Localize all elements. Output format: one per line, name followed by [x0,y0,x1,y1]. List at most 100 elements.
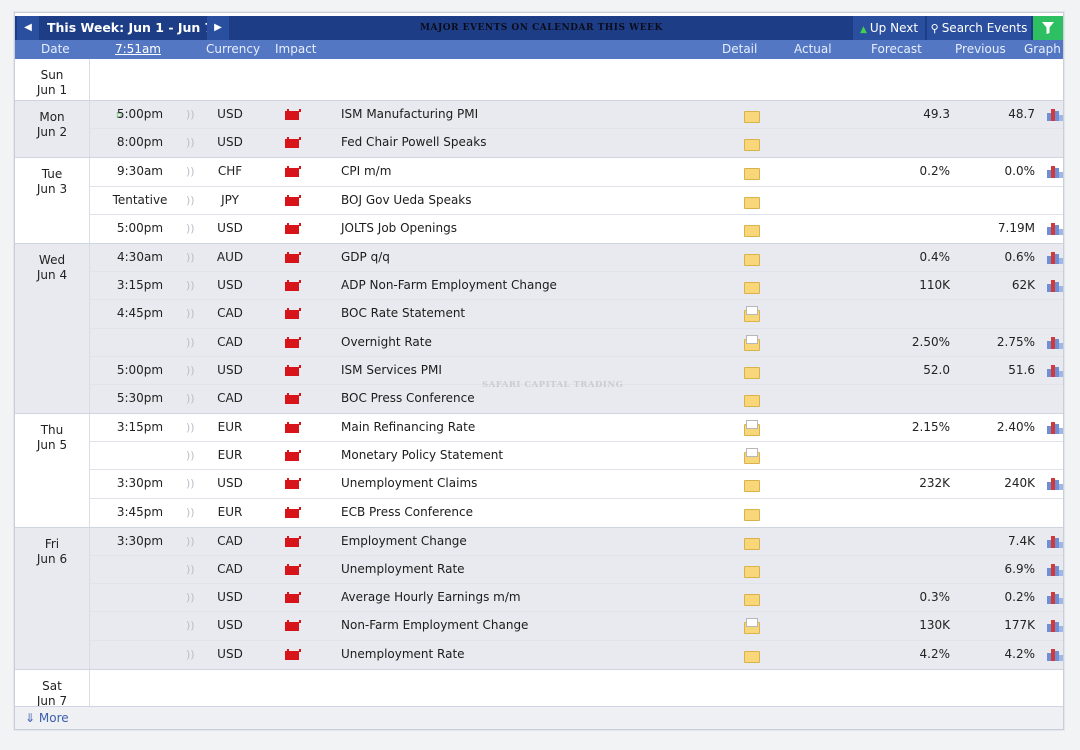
up-next-button[interactable]: ▲ Up Next [853,16,925,40]
event-row[interactable]: 3:30pm)) USD Unemployment Claims 232K 240K [90,470,1063,499]
sound-icon[interactable]: )) [186,612,195,639]
bar-chart-icon[interactable] [1047,618,1063,633]
event-row[interactable]: )) USD Unemployment Rate 4.2% 4.2% [90,640,1063,669]
event-row[interactable]: 3:45pm)) EUR ECB Press Conference [90,498,1063,527]
event-title[interactable]: BOC Press Conference [341,385,475,412]
event-title[interactable]: Overnight Rate [341,329,432,356]
bar-chart-icon[interactable] [1047,647,1063,661]
detail-document-icon[interactable] [744,420,760,437]
event-title[interactable]: GDP q/q [341,244,390,271]
triangle-left-icon[interactable]: ◀ [17,16,39,40]
bar-chart-icon[interactable] [1047,562,1063,576]
bar-chart-icon[interactable] [1047,107,1063,121]
event-row[interactable]: 3:30pm)) CAD Employment Change 7.4K [90,527,1063,556]
bar-chart-icon[interactable] [1047,278,1063,293]
bar-chart-icon[interactable] [1047,534,1063,548]
event-row[interactable]: )) USD Non-Farm Employment Change 130K 177K [90,612,1063,641]
sound-icon[interactable]: )) [186,158,195,185]
event-title[interactable]: Unemployment Claims [341,470,477,497]
sound-icon[interactable]: )) [186,101,195,128]
detail-document-icon[interactable] [744,618,760,635]
sound-icon[interactable]: )) [186,528,195,555]
sound-icon[interactable]: )) [186,272,195,299]
event-title[interactable]: Employment Change [341,528,467,555]
detail-folder-icon[interactable] [744,508,760,521]
event-title[interactable]: Main Refinancing Rate [341,414,475,441]
event-title[interactable]: BOC Rate Statement [341,300,465,327]
bar-chart-icon[interactable] [1047,590,1063,605]
sound-icon[interactable]: )) [186,357,195,384]
event-row[interactable]: 5:00pm)) USD JOLTS Job Openings 7.19M [90,214,1063,243]
more-link[interactable]: ⇓ More [25,707,69,729]
filter-funnel-icon[interactable] [1033,16,1063,40]
header-current-time[interactable]: 7:51am [115,40,161,59]
detail-folder-icon[interactable] [744,196,760,209]
event-row[interactable]: 4:30am)) AUD GDP q/q 0.4% 0.6% [90,243,1063,273]
event-title[interactable]: Average Hourly Earnings m/m [341,584,521,611]
sound-icon[interactable]: )) [186,556,195,583]
event-row[interactable]: )) EUR Monetary Policy Statement [90,442,1063,471]
week-selector[interactable]: This Week: Jun 1 - Jun 7 [47,16,213,40]
sound-icon[interactable]: )) [186,187,195,214]
event-row[interactable]: )) USD Average Hourly Earnings m/m 0.3% 0.2% [90,584,1063,613]
detail-document-icon[interactable] [744,448,760,465]
sound-icon[interactable]: )) [186,329,195,356]
event-title[interactable]: Monetary Policy Statement [341,442,503,469]
bar-chart-icon[interactable] [1047,335,1063,349]
event-title[interactable]: ISM Services PMI [341,357,442,384]
detail-folder-icon[interactable] [744,479,760,493]
event-row[interactable]: )) CAD Overnight Rate 2.50% 2.75% [90,328,1063,357]
sound-icon[interactable]: )) [186,300,195,327]
detail-folder-icon[interactable] [744,650,760,663]
bar-chart-icon[interactable] [1047,363,1063,377]
sound-icon[interactable]: )) [186,414,195,441]
event-row[interactable]: 4:45pm)) CAD BOC Rate Statement [90,300,1063,329]
event-title[interactable]: Non-Farm Employment Change [341,612,528,639]
bar-chart-icon[interactable] [1047,420,1063,435]
sound-icon[interactable]: )) [186,215,195,242]
detail-folder-icon[interactable] [744,167,760,181]
event-row[interactable]: 8:00pm)) USD Fed Chair Powell Speaks [90,129,1063,158]
detail-folder-icon[interactable] [744,253,760,266]
sound-icon[interactable]: )) [186,584,195,611]
event-row[interactable]: 3:15pm)) EUR Main Refinancing Rate 2.15% 2.4… [90,414,1063,443]
detail-folder-icon[interactable] [744,224,760,237]
search-events-button[interactable]: ⚲ Search Events [927,16,1031,40]
bar-chart-icon[interactable] [1047,476,1063,491]
sound-icon[interactable]: )) [186,129,195,156]
event-title[interactable]: ADP Non-Farm Employment Change [341,272,557,299]
event-title[interactable]: ISM Manufacturing PMI [341,101,478,128]
detail-folder-icon[interactable] [744,565,760,578]
event-row[interactable]: 9:30am)) CHF CPI m/m 0.2% 0.0% [90,158,1063,187]
bar-chart-icon[interactable] [1047,250,1063,264]
event-row[interactable]: 3:15pm)) USD ADP Non-Farm Employment Chang… [90,272,1063,301]
event-title[interactable]: CPI m/m [341,158,391,185]
detail-document-icon[interactable] [744,306,760,323]
event-row[interactable]: Tentative)) JPY BOJ Gov Ueda Speaks [90,186,1063,215]
detail-folder-icon[interactable] [744,394,760,407]
detail-folder-icon[interactable] [744,593,760,607]
detail-folder-icon[interactable] [744,537,760,550]
detail-folder-icon[interactable] [744,281,760,295]
event-title[interactable]: Unemployment Rate [341,556,465,583]
sound-icon[interactable]: )) [186,442,195,469]
sound-icon[interactable]: )) [186,499,195,526]
detail-folder-icon[interactable] [744,366,760,379]
detail-folder-icon[interactable] [744,138,760,152]
event-title[interactable]: Unemployment Rate [341,641,465,668]
detail-folder-icon[interactable] [744,110,760,123]
event-title[interactable]: JOLTS Job Openings [341,215,457,242]
bar-chart-icon[interactable] [1047,221,1063,235]
bar-chart-icon[interactable] [1047,164,1063,179]
triangle-right-icon[interactable]: ▶ [207,16,229,40]
event-row[interactable]: ▷ 5:00pm)) USD ISM Manufacturing PMI 49.3 48.… [90,101,1063,130]
detail-document-icon[interactable] [744,334,760,351]
sound-icon[interactable]: )) [186,385,195,412]
sound-icon[interactable]: )) [186,641,195,668]
event-title[interactable]: ECB Press Conference [341,499,473,526]
event-title[interactable]: Fed Chair Powell Speaks [341,129,486,156]
event-row[interactable]: )) CAD Unemployment Rate 6.9% [90,556,1063,585]
sound-icon[interactable]: )) [186,244,195,271]
event-title[interactable]: BOJ Gov Ueda Speaks [341,187,472,214]
sound-icon[interactable]: )) [186,470,195,497]
